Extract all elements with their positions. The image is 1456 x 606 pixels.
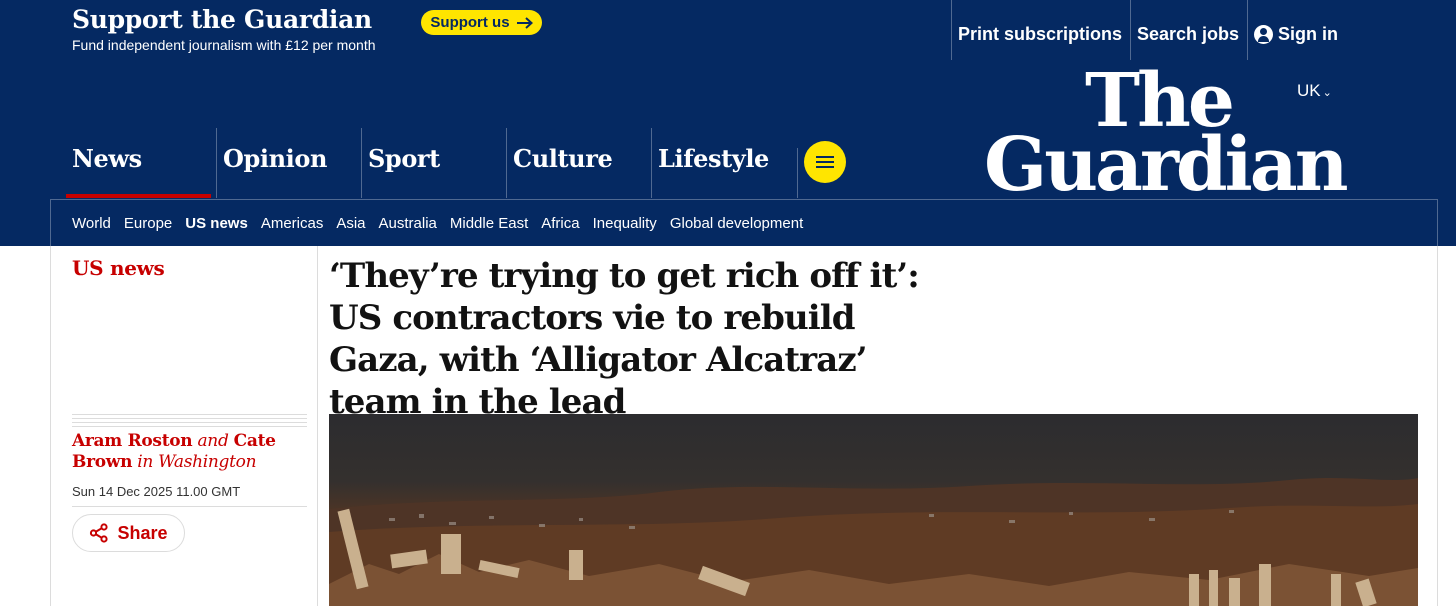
subnav-asia[interactable]: Asia [336,215,365,232]
share-button[interactable]: Share [72,514,185,552]
pillar-opinion[interactable]: Opinion [216,128,361,198]
hamburger-menu-icon[interactable] [804,141,846,183]
right-border [1437,246,1438,606]
subnav-us-news[interactable]: US news [185,215,248,232]
pillar-news[interactable]: News [66,128,211,198]
pillar-lifestyle[interactable]: Lifestyle [651,128,796,198]
support-us-button[interactable]: Support us [421,10,542,35]
print-subscriptions-link[interactable]: Print subscriptions [951,0,1122,60]
support-us-label: Support us [430,14,510,31]
byline-location: in Washington [137,452,257,472]
support-bar: Support the Guardian Fund independent jo… [0,0,1456,64]
left-border [50,246,51,606]
column-divider [317,246,318,606]
article-headline: ‘They’re trying to get rich off it’: US … [329,256,920,422]
user-icon [1254,25,1273,44]
subnav-europe[interactable]: Europe [124,215,172,232]
date-divider [72,506,307,507]
subnav-americas[interactable]: Americas [261,215,324,232]
byline: Aram Roston and Cate Brown in Washington [72,431,307,473]
sign-in-label: Sign in [1278,24,1338,44]
share-icon [90,523,109,543]
logo-line-2: Guardian [984,121,1349,208]
search-jobs-link[interactable]: Search jobs [1130,0,1239,60]
arrow-right-icon [516,16,533,29]
rubble-landscape-illustration [329,478,1418,606]
subnav-africa[interactable]: Africa [541,215,579,232]
support-subtitle: Fund independent journalism with £12 per… [72,37,376,53]
subnav-global-development[interactable]: Global development [670,215,803,232]
author-link[interactable]: Aram Roston [72,431,193,451]
pillar-culture[interactable]: Culture [506,128,651,198]
subnav-world[interactable]: World [72,215,111,232]
guardian-logo[interactable]: The Guardian [984,64,1349,208]
share-label: Share [117,522,168,543]
section-subnav: World Europe US news Americas Asia Austr… [50,199,1438,246]
publish-date: Sun 14 Dec 2025 11.00 GMT [72,484,241,499]
byline-conjunction: and [197,431,229,451]
subnav-middle-east[interactable]: Middle East [450,215,528,232]
support-title: Support the Guardian [72,5,372,34]
sign-in-link[interactable]: Sign in [1247,0,1338,60]
subnav-inequality[interactable]: Inequality [593,215,657,232]
pillar-sport[interactable]: Sport [361,128,506,198]
menu-divider [797,148,798,198]
subnav-australia[interactable]: Australia [379,215,437,232]
article-main-image[interactable] [329,414,1418,606]
section-label[interactable]: US news [72,256,165,280]
meta-divider [72,414,307,428]
